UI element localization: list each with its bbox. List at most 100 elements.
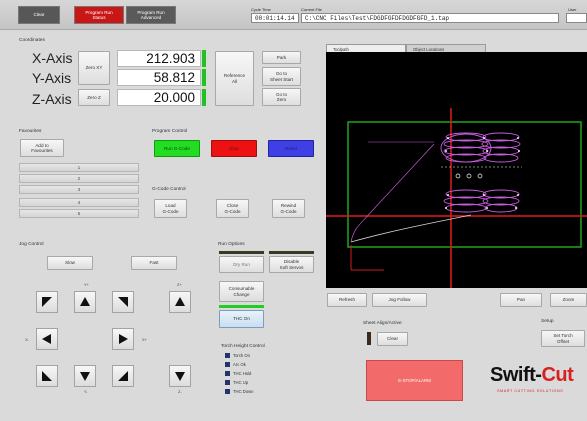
brand-name-primary: Swift- [490, 364, 542, 386]
coordinates-heading: Coordinates [19, 38, 45, 43]
zero-xy-button[interactable]: Zero XY [78, 51, 110, 85]
jog-z-minus-button[interactable] [169, 365, 191, 387]
status-led [225, 380, 230, 385]
jog-up-left-button[interactable] [36, 291, 58, 313]
disable-soft-servos-button[interactable]: Disable Soft Servos [269, 256, 314, 273]
status-led [225, 389, 230, 394]
arrow-left-icon [42, 334, 51, 344]
x-axis-label: X-Axis [32, 50, 73, 66]
reset-button[interactable]: Reset [268, 140, 314, 157]
brand-logo: Swift- Cut [490, 364, 587, 387]
rapid-move-path [350, 214, 472, 243]
arrow-down-icon [80, 372, 90, 381]
cycle-time-label: Cycle Time [251, 7, 271, 12]
goto-sheet-start-button[interactable]: Go to Sheet Start [262, 67, 301, 86]
dry-run-status-bar [219, 251, 264, 254]
jog-up-right-button[interactable] [112, 291, 134, 313]
indicator-label: THC Hold [233, 371, 252, 376]
sheet-align-heading: Sheet Align/Active [363, 321, 402, 326]
run-gcode-button[interactable]: Run G-Code [154, 140, 200, 157]
jog-control-heading: Jog Control [19, 242, 44, 247]
thc-on-status-bar [219, 305, 264, 308]
park-button[interactable]: Park [262, 51, 301, 64]
favourite-slot[interactable]: 2 [19, 174, 139, 183]
favourite-slot[interactable]: 1 [19, 163, 139, 172]
jog-down-right-button[interactable] [112, 365, 134, 387]
set-torch-offset-button[interactable]: Set Torch Offset [541, 330, 585, 347]
jog-slow-button[interactable]: Slow [47, 256, 93, 270]
rewind-gcode-button[interactable]: Rewind G-Code [272, 199, 305, 218]
tool-marker-group [455, 173, 483, 179]
favourite-slot[interactable]: 4 [19, 198, 139, 207]
sheet-align-status-indicator [367, 332, 371, 345]
arrow-up-left-icon [42, 297, 52, 307]
refresh-button[interactable]: Refresh [327, 293, 367, 307]
z-axis-indicator [202, 89, 206, 106]
goto-zero-button[interactable]: Go to Zero [262, 88, 301, 106]
thc-hold-indicator: THC Hold [225, 371, 251, 376]
favourite-slot[interactable]: 5 [19, 209, 139, 218]
jog-down-left-button[interactable] [36, 365, 58, 387]
x-axis-value: 212.903 [117, 50, 201, 67]
stop-button[interactable]: Stop [211, 140, 257, 157]
jog-x-minus-button[interactable] [36, 328, 58, 350]
y-axis-value: 58.812 [117, 69, 201, 86]
status-led [225, 371, 230, 376]
clear-button[interactable]: Clear [18, 6, 60, 24]
z-axis-label: Z-Axis [32, 91, 72, 107]
reference-all-button[interactable]: Reference All [215, 51, 254, 106]
arrow-up-icon [80, 297, 90, 306]
indicator-label: THC Down [233, 389, 254, 394]
program-run-advanced-button[interactable]: Program Run Advanced [126, 6, 176, 24]
thc-up-indicator: THC Up [225, 380, 248, 385]
x-minus-label: X- [25, 337, 29, 342]
x-axis-indicator [202, 50, 206, 67]
brand-name-accent: Cut [541, 364, 574, 386]
jog-y-minus-button[interactable] [74, 365, 96, 387]
arrow-up-icon [175, 297, 185, 306]
status-led [225, 353, 230, 358]
consumable-change-button[interactable]: Consumable Change [219, 281, 264, 302]
thc-down-indicator: THC Down [225, 389, 253, 394]
cycle-time-display: 00:01:14.14 [251, 13, 299, 23]
current-file-display: C:\CNC Files\Test\FDGDFGFDFDGDFGFD_1.tap [301, 13, 559, 23]
user-display [566, 13, 587, 23]
z-plus-label: Z+ [177, 282, 182, 287]
favourite-slot[interactable]: 3 [19, 185, 139, 194]
arrow-down-left-icon [42, 371, 52, 381]
arrow-right-icon [119, 334, 128, 344]
y-axis-indicator [202, 69, 206, 86]
torch-height-control-heading: Torch Height Control [221, 344, 265, 349]
sheet-align-clear-button[interactable]: Clear [377, 332, 408, 346]
z-axis-value: 20.000 [117, 89, 201, 106]
close-gcode-button[interactable]: Close G-Code [216, 199, 249, 218]
gcode-control-heading: G-Code Control [152, 187, 186, 192]
arrow-down-right-icon [118, 371, 128, 381]
jog-z-plus-button[interactable] [169, 291, 191, 313]
run-options-heading: Run Options [218, 242, 245, 247]
zoom-button[interactable]: Zoom [550, 293, 587, 307]
setup-heading: Setup [541, 319, 554, 324]
arc-ok-indicator: Arc Ok [225, 362, 246, 367]
jog-fast-button[interactable]: Fast [131, 256, 177, 270]
estop-alarm-indicator: E-STOP/ALARM [366, 360, 463, 401]
indicator-label: THC Up [233, 380, 249, 385]
jog-follow-button[interactable]: Jog Follow [372, 293, 427, 307]
add-to-favourites-button[interactable]: Add to Favourites [20, 139, 64, 157]
jog-x-plus-button[interactable] [112, 328, 134, 350]
pan-button[interactable]: Pan [500, 293, 542, 307]
program-run-status-button[interactable]: Program Run Status [74, 6, 124, 24]
dry-run-button[interactable]: Dry Run [219, 256, 264, 273]
y-plus-label: Y+ [84, 282, 90, 287]
toolpath-viewer[interactable] [326, 52, 587, 288]
part-cluster-bottom [443, 189, 520, 213]
indicator-label: Arc Ok [233, 362, 246, 367]
y-minus-label: Y- [84, 389, 88, 394]
user-label: User [568, 7, 577, 12]
arrow-down-icon [175, 372, 185, 381]
jog-y-plus-button[interactable] [74, 291, 96, 313]
x-plus-label: X+ [142, 337, 148, 342]
zero-z-button[interactable]: Zero Z [78, 89, 110, 106]
load-gcode-button[interactable]: Load G-Code [154, 199, 187, 218]
thc-on-button[interactable]: THC On [219, 310, 264, 328]
